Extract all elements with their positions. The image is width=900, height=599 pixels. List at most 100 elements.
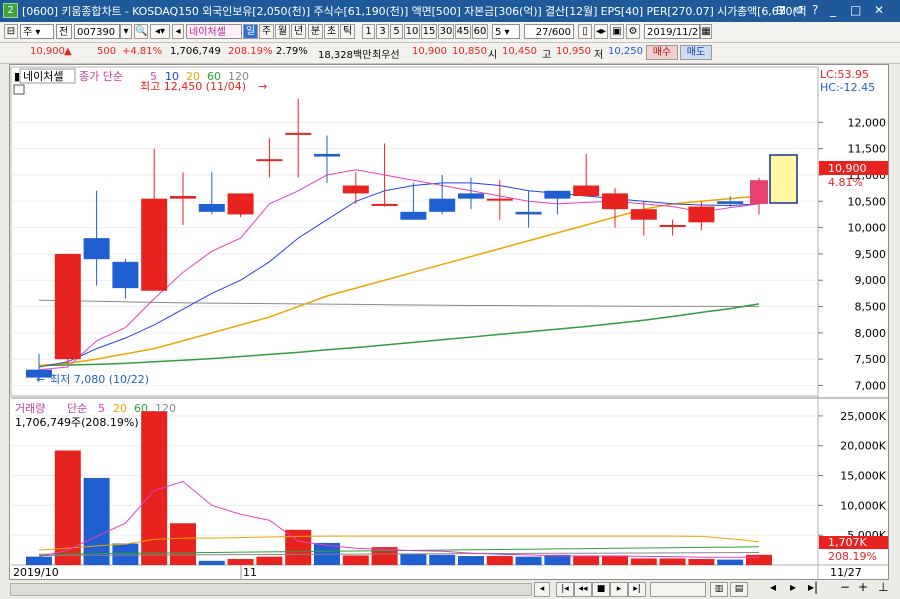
volume-bar <box>400 553 427 565</box>
volume-bar <box>198 560 225 565</box>
save-icon[interactable]: ▣ <box>610 24 624 39</box>
chart-toggle-icon[interactable]: ▯ <box>578 24 592 39</box>
minute-45[interactable]: 45 <box>455 24 471 39</box>
window-number-badge[interactable]: 2 <box>3 3 18 18</box>
volume-tick-label: 10,000K <box>840 499 886 512</box>
rewind-icon[interactable]: ◂◂ <box>574 582 592 597</box>
period-tick[interactable]: 틱 <box>340 24 355 39</box>
price-tick-label: 10,500 <box>848 195 887 208</box>
price-tick-label: 10,000 <box>848 222 887 235</box>
play-icon[interactable]: ▸ <box>610 582 628 597</box>
zoom-out-icon[interactable]: − <box>840 580 850 594</box>
shrink-icon[interactable]: ◂▸ <box>594 24 608 39</box>
current-volume-tag: 1,707K <box>828 536 867 549</box>
minute-30[interactable]: 30 <box>438 24 454 39</box>
stock-code-input[interactable]: 007390 <box>74 24 120 39</box>
price-tick-label: 11,500 <box>848 143 887 156</box>
maximize-icon[interactable]: □ <box>850 3 861 17</box>
price-panel-frame <box>10 66 819 397</box>
scroll-start-icon[interactable]: |◂ <box>556 582 574 597</box>
volume-tick-label: 20,000K <box>840 440 886 453</box>
scroll-end-icon[interactable]: ▸| <box>628 582 646 597</box>
panel-layout-icon[interactable]: ⊟ <box>4 24 18 39</box>
period-year[interactable]: 년 <box>291 24 306 39</box>
grid <box>11 121 818 536</box>
price-tick-label: 8,000 <box>855 327 887 340</box>
zoom-in-icon[interactable]: + <box>858 580 868 594</box>
minute-1[interactable]: 1 <box>362 24 375 39</box>
x-label-2019-10: 2019/10 <box>13 566 59 579</box>
gear-icon[interactable]: ⚙ <box>626 24 640 39</box>
date-input[interactable]: 2019/11/27 <box>644 24 705 39</box>
minimize-icon[interactable]: _ <box>830 3 836 17</box>
current-price-tag: 10,900 <box>828 162 867 175</box>
change-percent: +4.81% <box>122 46 163 57</box>
vol-ma120-legend[interactable]: 120 <box>155 402 176 415</box>
minute-60[interactable]: 60 <box>472 24 488 39</box>
chart-area[interactable]: 12,000 11,500 11,000 10,500 10,000 9,500 9,000… <box>9 64 889 580</box>
period-month[interactable]: 월 <box>275 24 290 39</box>
vol-ma20-legend[interactable]: 20 <box>113 402 127 415</box>
buy-button[interactable]: 매수 <box>646 45 678 60</box>
current-price: 10,900 <box>30 46 65 57</box>
candle-body <box>256 159 283 162</box>
stop-icon[interactable]: ■ <box>592 582 610 597</box>
scroll-left-icon[interactable]: ◂ <box>534 582 550 597</box>
nav-left-icon[interactable]: ◂ <box>770 580 776 594</box>
volume-bar <box>573 555 600 565</box>
nav-right-icon[interactable]: ▸ <box>790 580 796 594</box>
display-count-input[interactable]: 27/600 <box>524 24 574 39</box>
turnover-rate: 2.79% <box>276 46 308 57</box>
nav-end-icon[interactable]: ▸| <box>808 580 818 594</box>
period-day[interactable]: 일 <box>243 24 258 39</box>
trade-amount: 18,328백만 <box>318 50 372 61</box>
candle-body <box>659 224 686 227</box>
minute-3[interactable]: 3 <box>376 24 389 39</box>
sell-button[interactable]: 매도 <box>680 45 712 60</box>
help-icon[interactable]: ? <box>812 3 818 17</box>
scroll-track[interactable] <box>10 583 532 596</box>
panel-icon: ▮ <box>14 70 20 83</box>
volume-bar <box>83 477 110 565</box>
minute-10[interactable]: 10 <box>404 24 420 39</box>
x-label-11: 11 <box>243 566 257 579</box>
close-icon[interactable]: ✕ <box>874 3 884 17</box>
candle-body <box>688 206 715 223</box>
code-dropdown-icon[interactable]: ▾ <box>120 24 132 39</box>
candle-body <box>342 185 369 194</box>
stock-name-field[interactable]: 네이처셀 <box>186 24 242 39</box>
stock-tag[interactable]: 네이처셀 <box>23 70 63 83</box>
vol-ma60-legend[interactable]: 60 <box>134 402 148 415</box>
period-week[interactable]: 주 <box>259 24 274 39</box>
grid-toggle-icon[interactable] <box>13 84 25 95</box>
calendar-icon[interactable]: ▦ <box>700 24 712 39</box>
candle-body <box>573 185 600 197</box>
volume-title: 거래량 <box>15 402 45 415</box>
volume-bar <box>170 523 196 565</box>
refresh-icon[interactable]: ↺ <box>794 3 804 17</box>
period-second[interactable]: 초 <box>324 24 339 39</box>
low-annotation: 최저 7,080 (10/22) <box>50 373 149 386</box>
chart-icon[interactable]: ▤ <box>730 582 748 597</box>
price-legend-prefix: 종가 단순 <box>79 70 123 83</box>
market-mode-select[interactable]: 전 <box>56 24 72 39</box>
last-candle-highlight[interactable] <box>769 154 798 204</box>
chart-type-select[interactable]: 주 ▾ <box>20 24 54 39</box>
search-icon[interactable]: 🔍 <box>134 24 148 39</box>
minute-5[interactable]: 5 <box>390 24 403 39</box>
zoom-reset-icon[interactable]: ⊥ <box>878 580 888 594</box>
volume-bar <box>602 555 628 565</box>
volume-bar <box>746 554 772 565</box>
window-menu-icon[interactable]: ⊞ <box>776 3 786 17</box>
minute-15[interactable]: 15 <box>421 24 437 39</box>
zoom-slider[interactable] <box>650 582 706 597</box>
n-period-select[interactable]: 5 ▾ <box>492 24 520 39</box>
vol-ma5-legend[interactable]: 5 <box>98 402 105 415</box>
price-tick-label: 9,000 <box>855 274 887 287</box>
candle-body <box>544 190 571 199</box>
layout-icon[interactable]: ▥ <box>710 582 728 597</box>
prev-stock-icon[interactable]: ◂ <box>172 24 184 39</box>
volume-bar <box>515 556 542 565</box>
period-minute[interactable]: 분 <box>308 24 323 39</box>
sound-icon[interactable]: ◂▾ <box>150 24 170 39</box>
